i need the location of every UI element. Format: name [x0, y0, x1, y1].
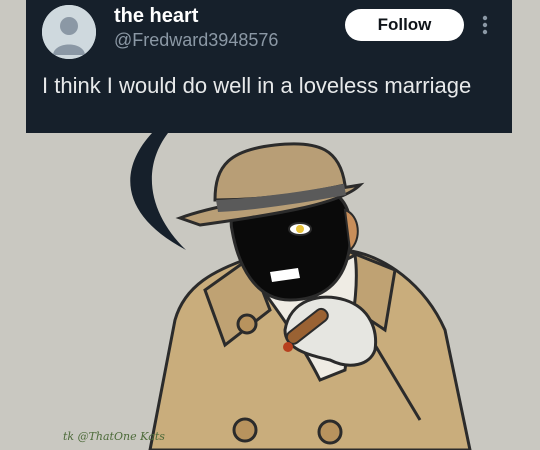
tweet-text: I think I would do well in a loveless ma… [42, 73, 472, 98]
follow-button[interactable]: Follow [345, 9, 464, 41]
more-vertical-icon[interactable] [476, 13, 494, 37]
profile-avatar[interactable] [42, 5, 96, 59]
user-handle[interactable]: @Fredward3948576 [114, 30, 278, 51]
tweet-card: the heart @Fredward3948576 Follow I thin… [26, 0, 512, 133]
default-profile-icon [42, 5, 96, 59]
display-name[interactable]: the heart [114, 5, 198, 28]
artist-watermark: tk @ThatOne Kats [63, 430, 165, 443]
speech-bubble-tail [130, 133, 186, 250]
eye-pupil [296, 225, 304, 233]
